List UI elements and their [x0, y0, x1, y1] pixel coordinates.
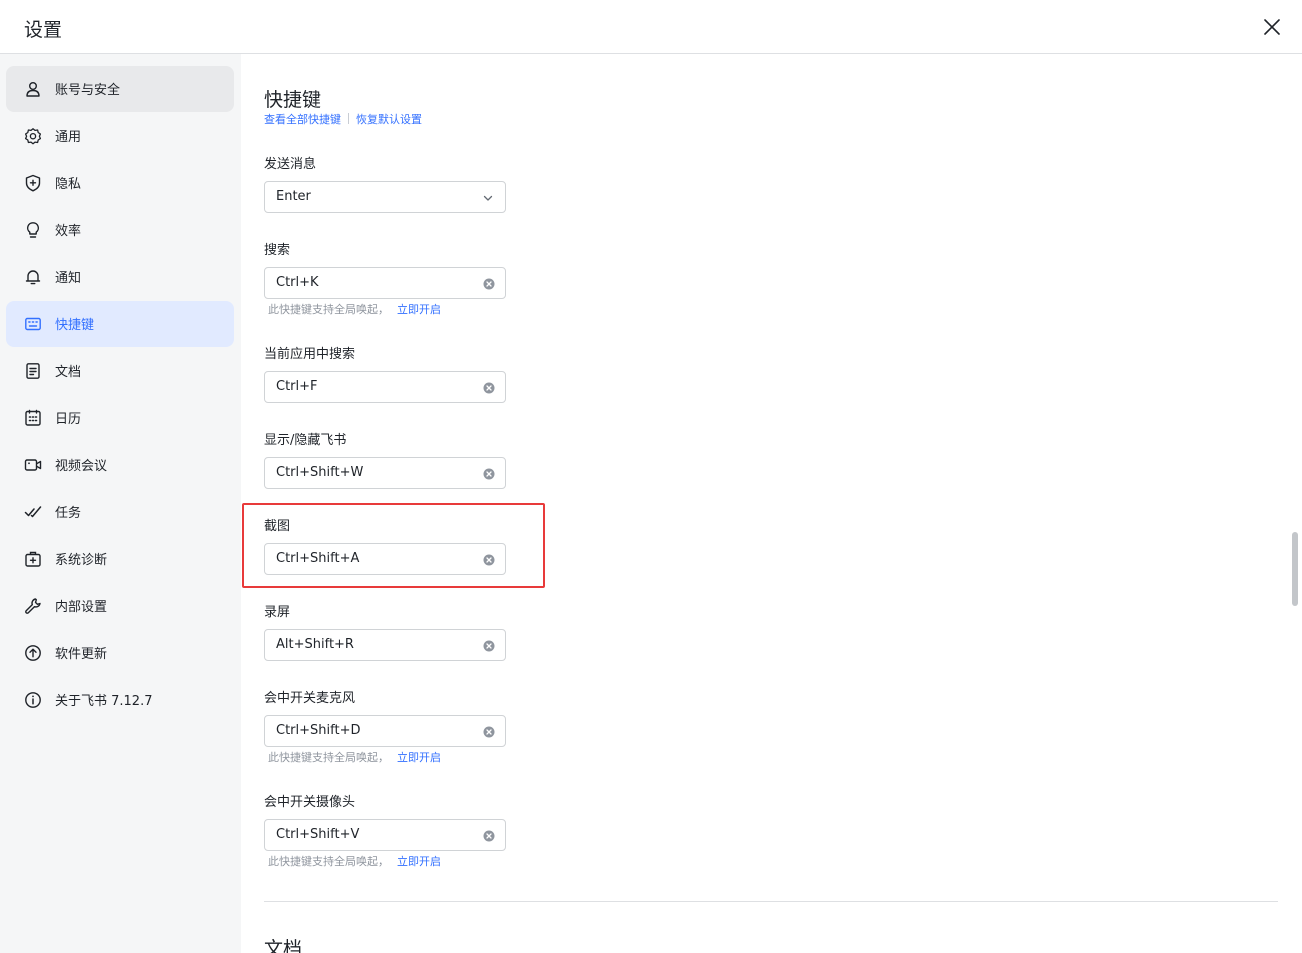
gear-icon: [24, 128, 42, 145]
sidebar-item-diagnostics[interactable]: 系统诊断: [6, 536, 234, 582]
document-icon: [26, 363, 40, 379]
sidebar-item-label: 系统诊断: [55, 553, 108, 568]
wrench-icon: [25, 598, 41, 614]
shield-icon: [25, 174, 41, 192]
sidebar-item-internal-settings[interactable]: 内部设置: [6, 583, 234, 629]
shortcut-value: Ctrl+Shift+D: [276, 723, 361, 738]
field-label-search: 搜索: [264, 243, 291, 258]
sidebar-item-label: 文档: [55, 365, 82, 380]
select-value: Enter: [276, 189, 311, 204]
enable-now-link[interactable]: 立即开启: [397, 303, 441, 316]
clear-icon[interactable]: [483, 830, 495, 842]
global-hint: 此快捷键支持全局唤起， 立即开启: [268, 301, 441, 317]
calendar-icon: [25, 409, 41, 426]
link-divider: [348, 113, 349, 124]
sidebar-item-calendar[interactable]: 日历: [6, 395, 234, 441]
bell-icon: [25, 270, 41, 285]
sidebar-item-label: 通用: [55, 130, 82, 145]
sidebar-item-label: 关于飞书 7.12.7: [55, 694, 153, 709]
clear-icon[interactable]: [483, 278, 495, 290]
enable-now-link[interactable]: 立即开启: [397, 855, 441, 868]
sidebar-item-label: 视频会议: [55, 459, 108, 474]
sidebar-item-label: 账号与安全: [55, 83, 121, 98]
hint-text: 此快捷键支持全局唤起，: [268, 751, 389, 764]
settings-content: 快捷键 查看全部快捷键 恢复默认设置 发送消息 Enter 搜索 Ctrl+K 此…: [241, 54, 1302, 953]
hint-text: 此快捷键支持全局唤起，: [268, 855, 389, 868]
search-shortcut-input[interactable]: Ctrl+K: [264, 267, 506, 299]
diagnose-icon: [25, 551, 41, 567]
clear-icon[interactable]: [483, 382, 495, 394]
global-hint: 此快捷键支持全局唤起， 立即开启: [268, 749, 441, 765]
field-label-screenshot: 截图: [264, 519, 291, 534]
close-icon[interactable]: [1258, 13, 1286, 41]
window-title: 设置: [24, 19, 63, 41]
sidebar-item-label: 软件更新: [55, 647, 108, 662]
sidebar-item-shortcuts[interactable]: 快捷键: [6, 301, 234, 347]
sidebar-item-account-security[interactable]: 账号与安全: [6, 66, 234, 112]
settings-sidebar: 账号与安全 通用 隐私 效率 通知 快捷键 文档 日历 视频会议 任务 系统诊断: [0, 54, 241, 953]
chevron-down-icon: [483, 195, 493, 201]
sidebar-item-notifications[interactable]: 通知: [6, 254, 234, 300]
hint-text: 此快捷键支持全局唤起，: [268, 303, 389, 316]
shortcut-value: Alt+Shift+R: [276, 637, 354, 652]
section-links: 查看全部快捷键 恢复默认设置: [264, 111, 422, 127]
sidebar-item-software-update[interactable]: 软件更新: [6, 630, 234, 676]
enable-now-link[interactable]: 立即开启: [397, 751, 441, 764]
keyboard-icon: [25, 317, 41, 331]
field-label-toggle-mic: 会中开关麦克风: [264, 691, 356, 706]
clear-icon[interactable]: [483, 640, 495, 652]
field-label-screen-record: 录屏: [264, 605, 291, 620]
in-app-search-shortcut-input[interactable]: Ctrl+F: [264, 371, 506, 403]
screenshot-shortcut-input[interactable]: Ctrl+Shift+A: [264, 543, 506, 575]
clear-icon[interactable]: [483, 554, 495, 566]
upload-circle-icon: [25, 645, 41, 661]
info-icon: [25, 692, 41, 708]
shortcut-value: Ctrl+Shift+A: [276, 551, 360, 566]
field-label-toggle-feishu: 显示/隐藏飞书: [264, 433, 347, 448]
sidebar-item-label: 日历: [55, 412, 82, 427]
sidebar-item-label: 任务: [55, 506, 82, 521]
title-bar: 设置: [0, 0, 1302, 54]
video-icon: [24, 459, 42, 471]
section-title-shortcuts: 快捷键: [264, 89, 322, 111]
sidebar-item-label: 内部设置: [55, 600, 108, 615]
view-all-shortcuts-link[interactable]: 查看全部快捷键: [264, 113, 341, 126]
section-divider: [264, 901, 1278, 902]
screen-record-shortcut-input[interactable]: Alt+Shift+R: [264, 629, 506, 661]
section-title-docs: 文档: [264, 938, 303, 953]
toggle-mic-shortcut-input[interactable]: Ctrl+Shift+D: [264, 715, 506, 747]
sidebar-item-label: 隐私: [55, 177, 82, 192]
sidebar-item-video-meeting[interactable]: 视频会议: [6, 442, 234, 488]
task-check-icon: [24, 506, 42, 518]
field-label-toggle-camera: 会中开关摄像头: [264, 795, 356, 810]
toggle-camera-shortcut-input[interactable]: Ctrl+Shift+V: [264, 819, 506, 851]
user-icon: [26, 82, 40, 97]
scrollbar-thumb[interactable]: [1292, 532, 1298, 606]
sidebar-item-about[interactable]: 关于飞书 7.12.7: [6, 677, 234, 723]
clear-icon[interactable]: [483, 468, 495, 480]
restore-defaults-link[interactable]: 恢复默认设置: [356, 113, 422, 126]
send-message-select[interactable]: Enter: [264, 181, 506, 213]
clear-icon[interactable]: [483, 726, 495, 738]
field-label-in-app-search: 当前应用中搜索: [264, 347, 356, 362]
shortcut-value: Ctrl+Shift+W: [276, 465, 364, 480]
bulb-icon: [27, 222, 39, 238]
sidebar-item-privacy[interactable]: 隐私: [6, 160, 234, 206]
sidebar-item-docs[interactable]: 文档: [6, 348, 234, 394]
sidebar-item-label: 效率: [55, 224, 82, 239]
sidebar-item-label: 通知: [55, 271, 82, 286]
global-hint: 此快捷键支持全局唤起， 立即开启: [268, 853, 441, 869]
sidebar-item-efficiency[interactable]: 效率: [6, 207, 234, 253]
shortcut-value: Ctrl+K: [276, 275, 319, 290]
field-label-send-message: 发送消息: [264, 157, 317, 172]
shortcut-value: Ctrl+F: [276, 379, 318, 394]
sidebar-item-label: 快捷键: [55, 318, 95, 333]
shortcut-value: Ctrl+Shift+V: [276, 827, 360, 842]
sidebar-item-general[interactable]: 通用: [6, 113, 234, 159]
sidebar-item-tasks[interactable]: 任务: [6, 489, 234, 535]
toggle-feishu-shortcut-input[interactable]: Ctrl+Shift+W: [264, 457, 506, 489]
